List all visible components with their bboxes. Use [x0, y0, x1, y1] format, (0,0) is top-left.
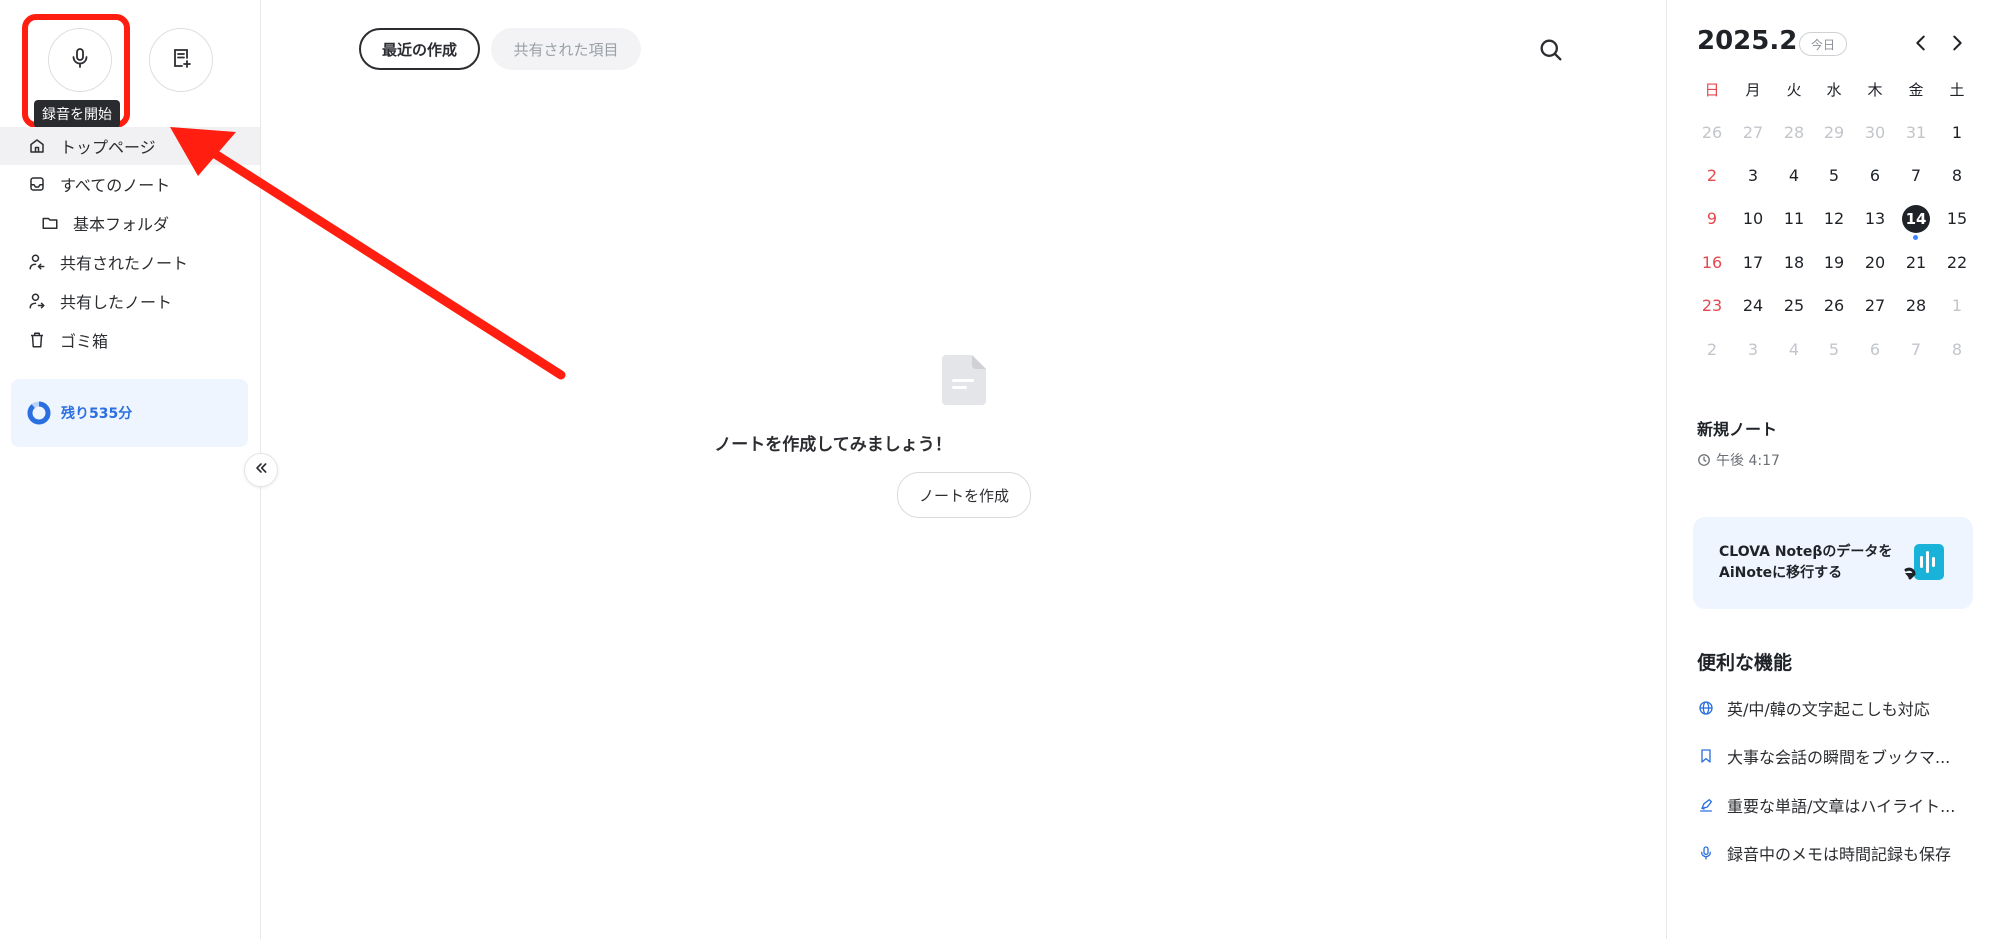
calendar-day[interactable]: 20 [1855, 242, 1895, 282]
calendar-day[interactable]: 1 [1937, 112, 1977, 152]
calendar-day[interactable]: 15 [1937, 199, 1977, 239]
calendar-day[interactable]: 16 [1692, 242, 1732, 282]
calendar-day[interactable]: 4 [1774, 155, 1814, 195]
calendar-day[interactable]: 19 [1814, 242, 1854, 282]
next-month-button[interactable] [1946, 30, 1968, 60]
calendar-day[interactable]: 21 [1896, 242, 1936, 282]
feature-label: 重要な単語/文章はハイライト... [1727, 797, 1956, 816]
today-button[interactable]: 今日 [1799, 32, 1847, 56]
feature-memo[interactable]: 録音中のメモは時間記録も保存 [1697, 839, 1951, 867]
calendar-day[interactable]: 30 [1855, 112, 1895, 152]
features-title: 便利な機能 [1697, 652, 1793, 674]
recent-note-time: 午後 4:17 [1697, 450, 1780, 470]
migration-banner-line2: AiNoteに移行する [1719, 565, 1843, 581]
calendar-day[interactable]: 28 [1896, 286, 1936, 326]
calendar-month-title: 2025.2 [1697, 26, 1798, 56]
calendar-weekday: 土 [1949, 80, 1965, 99]
calendar-day[interactable]: 24 [1733, 286, 1773, 326]
migration-banner-line1: CLOVA Noteβのデータを [1719, 544, 1893, 560]
calendar-day[interactable]: 27 [1733, 112, 1773, 152]
calendar-day[interactable]: 26 [1814, 286, 1854, 326]
calendar-day[interactable]: 7 [1896, 329, 1936, 369]
feature-label: 大事な会話の瞬間をブックマ... [1727, 748, 1951, 767]
calendar-day[interactable]: 18 [1774, 242, 1814, 282]
calendar-day[interactable]: 6 [1855, 155, 1895, 195]
calendar-day[interactable]: 2 [1692, 329, 1732, 369]
calendar-day[interactable]: 10 [1733, 199, 1773, 239]
calendar-weekday: 金 [1908, 80, 1924, 99]
tab-shared-items[interactable]: 共有された項目 [491, 28, 641, 70]
bookmark-icon [1697, 747, 1715, 765]
feature-highlight[interactable]: 重要な単語/文章はハイライト... [1697, 791, 1955, 819]
calendar-day[interactable]: 4 [1774, 329, 1814, 369]
calendar-day[interactable]: 17 [1733, 242, 1773, 282]
calendar-day[interactable]: 27 [1855, 286, 1895, 326]
feature-label: 英/中/韓の文字起こしも対応 [1727, 700, 1930, 719]
ainote-app-icon [1902, 540, 1948, 590]
chevron-left-icon [1910, 35, 1932, 60]
calendar-day[interactable]: 11 [1774, 199, 1814, 239]
calendar-day[interactable]: 25 [1774, 286, 1814, 326]
note-indicator-dot [1913, 234, 1918, 240]
calendar-day[interactable]: 3 [1733, 155, 1773, 195]
microphone-icon [1697, 844, 1715, 862]
calendar-day[interactable]: 8 [1937, 329, 1977, 369]
calendar-day[interactable]: 5 [1814, 155, 1854, 195]
feature-label: 録音中のメモは時間記録も保存 [1727, 845, 1952, 864]
calendar-day[interactable]: 7 [1896, 155, 1936, 195]
calendar-day[interactable]: 1 [1937, 286, 1977, 326]
calendar-day[interactable]: 26 [1692, 112, 1732, 152]
previous-month-button[interactable] [1910, 30, 1932, 60]
chevron-right-icon [1946, 35, 1968, 60]
create-note-button[interactable]: ノートを作成 [897, 472, 1031, 518]
feature-transcription[interactable]: 英/中/韓の文字起こしも対応 [1697, 694, 1930, 722]
calendar-day[interactable]: 23 [1692, 286, 1732, 326]
calendar-day[interactable]: 6 [1855, 329, 1895, 369]
calendar-weekday: 月 [1745, 80, 1761, 99]
calendar-day[interactable]: 9 [1692, 199, 1732, 239]
calendar-weekday: 水 [1826, 80, 1842, 99]
clock-icon [1697, 453, 1711, 467]
calendar-day[interactable]: 12 [1814, 199, 1854, 239]
feature-bookmark[interactable]: 大事な会話の瞬間をブックマ... [1697, 742, 1950, 770]
recent-note-time-text: 午後 4:17 [1716, 453, 1780, 469]
highlighter-icon [1697, 796, 1715, 814]
calendar-day[interactable]: 3 [1733, 329, 1773, 369]
search-icon [1537, 39, 1565, 68]
calendar-day[interactable]: 22 [1937, 242, 1977, 282]
calendar-weekday: 日 [1704, 80, 1720, 99]
calendar-day[interactable]: 28 [1774, 112, 1814, 152]
calendar-day[interactable]: 31 [1896, 112, 1936, 152]
calendar-day[interactable]: 8 [1937, 155, 1977, 195]
empty-note-icon [942, 355, 986, 409]
calendar-day[interactable]: 5 [1814, 329, 1854, 369]
tab-recent[interactable]: 最近の作成 [359, 28, 480, 70]
calendar-day[interactable]: 29 [1814, 112, 1854, 152]
selected-day-marker: 14 [1902, 204, 1930, 233]
recent-note-title[interactable]: 新規ノート [1697, 416, 1777, 440]
calendar-day[interactable]: 13 [1855, 199, 1895, 239]
calendar-weekday: 木 [1867, 80, 1883, 99]
calendar-day[interactable]: 14 [1896, 199, 1936, 240]
calendar-day[interactable]: 2 [1692, 155, 1732, 195]
empty-state-title: ノートを作成してみましょう！ [714, 435, 952, 455]
migration-banner-text: CLOVA Noteβのデータを AiNoteに移行する [1719, 542, 1892, 584]
globe-icon [1697, 699, 1715, 717]
calendar-weekday: 火 [1786, 80, 1802, 99]
search-button[interactable] [1537, 36, 1565, 68]
